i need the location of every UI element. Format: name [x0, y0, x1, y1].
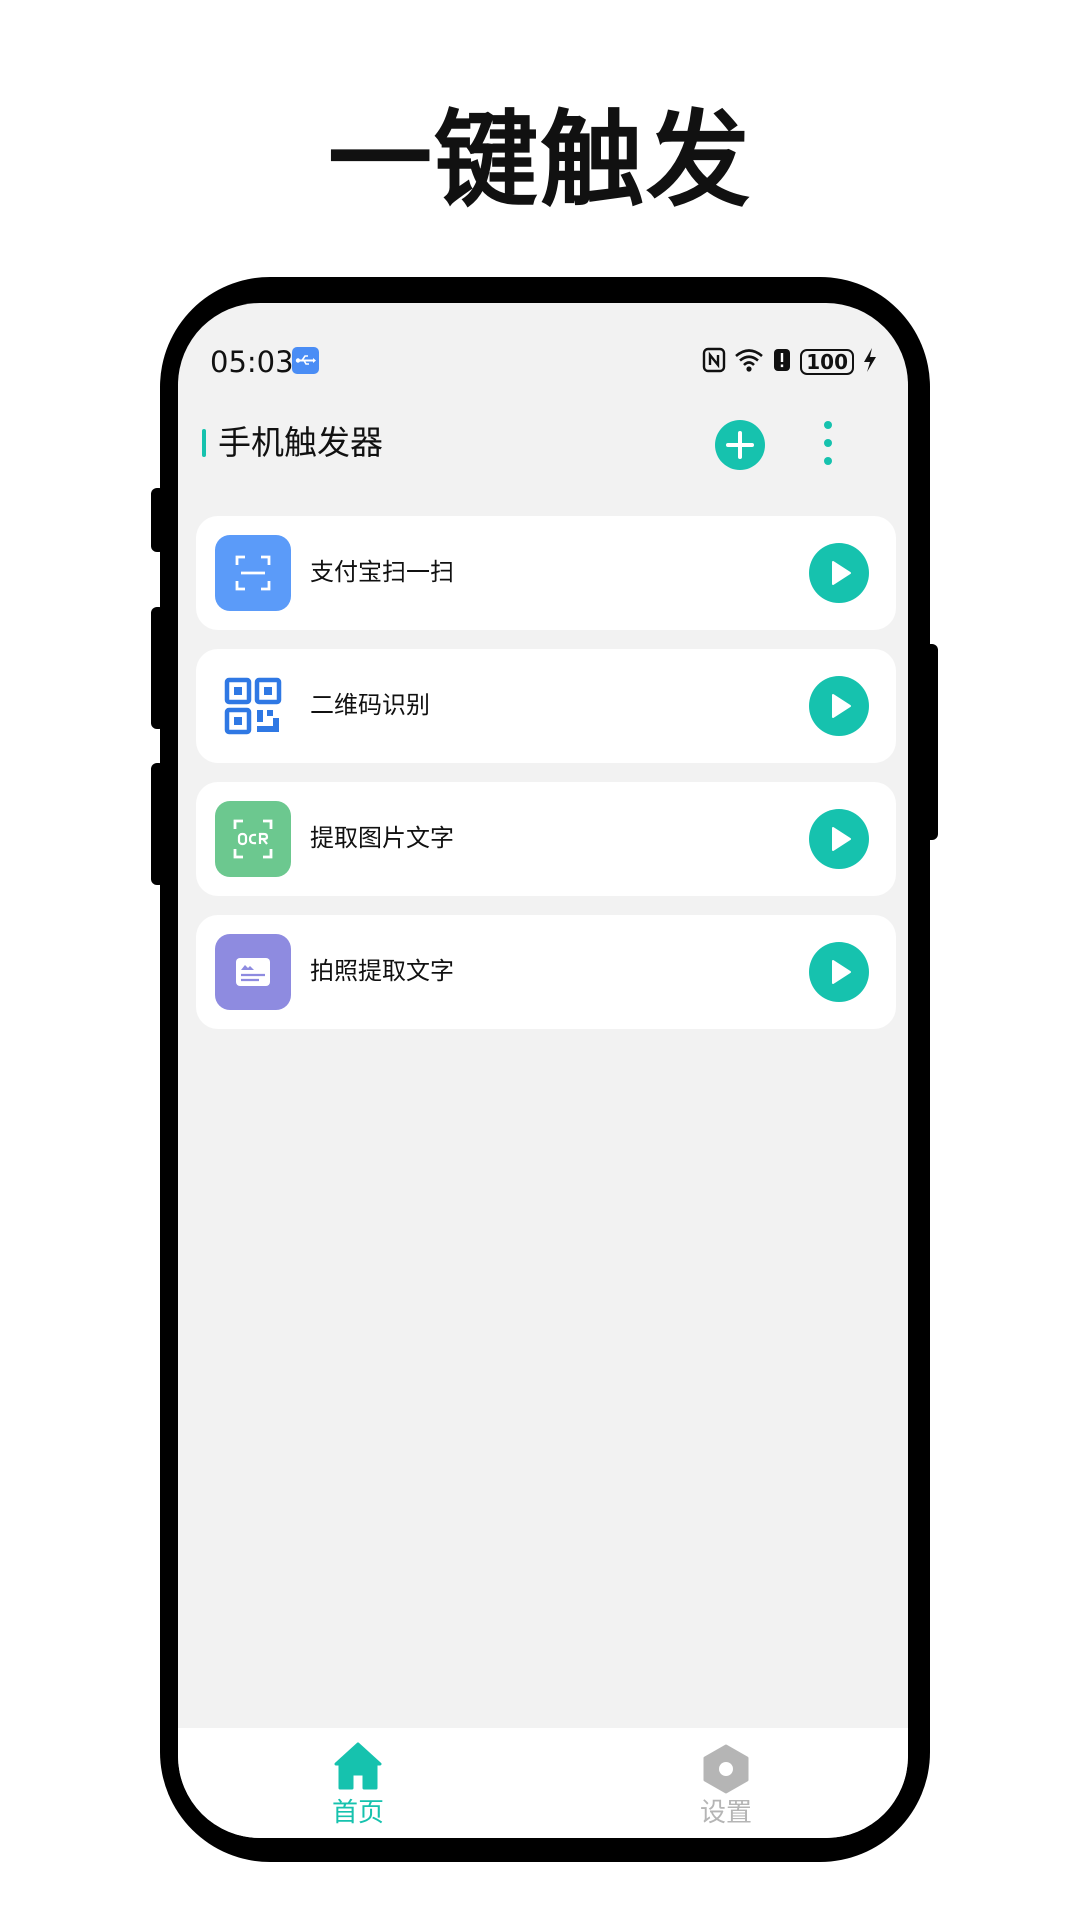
usb-icon [292, 347, 319, 374]
list-item[interactable]: 提取图片文字 [196, 782, 896, 896]
alert-icon [772, 347, 792, 377]
status-indicators: 100 [702, 345, 878, 379]
list-item[interactable]: 拍照提取文字 [196, 915, 896, 1029]
app-bar: 手机触发器 [178, 395, 908, 491]
nav-label-settings: 设置 [699, 1798, 752, 1828]
battery-indicator: 100 [800, 349, 854, 375]
nav-label-home: 首页 [331, 1798, 384, 1828]
list-item-label: 拍照提取文字 [310, 957, 454, 985]
nfc-icon [702, 347, 726, 377]
app-title: 手机触发器 [218, 423, 383, 462]
play-icon [832, 561, 851, 585]
play-button[interactable] [809, 543, 869, 603]
wifi-icon [734, 347, 764, 377]
more-options-button[interactable] [813, 415, 843, 471]
charging-icon [862, 347, 878, 377]
scan-icon [215, 535, 291, 611]
play-button[interactable] [809, 809, 869, 869]
plus-icon [726, 431, 754, 459]
list-item[interactable]: 支付宝扫一扫 [196, 516, 896, 630]
list-item-label: 提取图片文字 [310, 824, 454, 852]
ocr-icon [215, 801, 291, 877]
play-icon [832, 960, 851, 984]
phone-screen: 05:03 100 手机触发器 支付宝扫一扫 二维码识别 提取图片文字 拍照提取… [178, 303, 908, 1838]
status-bar: 05:03 100 [178, 303, 908, 395]
home-icon [334, 1742, 382, 1790]
photo-card-icon [215, 934, 291, 1010]
list-item-label: 支付宝扫一扫 [310, 558, 454, 586]
action-list: 支付宝扫一扫 二维码识别 提取图片文字 拍照提取文字 [196, 516, 896, 1048]
page-headline: 一键触发 [327, 99, 752, 221]
nav-item-settings[interactable]: 设置 [666, 1740, 786, 1830]
bottom-nav: 首页 设置 [178, 1728, 908, 1838]
play-icon [832, 694, 851, 718]
list-item-label: 二维码识别 [310, 691, 430, 719]
play-icon [832, 827, 851, 851]
more-vertical-icon [824, 421, 832, 465]
status-time: 05:03 [210, 345, 294, 379]
list-item[interactable]: 二维码识别 [196, 649, 896, 763]
settings-icon [703, 1744, 749, 1794]
qr-code-icon [215, 668, 291, 744]
nav-item-home[interactable]: 首页 [298, 1740, 418, 1830]
add-button[interactable] [715, 420, 765, 470]
play-button[interactable] [809, 676, 869, 736]
phone-frame: 05:03 100 手机触发器 支付宝扫一扫 二维码识别 提取图片文字 拍照提取… [160, 277, 930, 1862]
play-button[interactable] [809, 942, 869, 1002]
title-accent-bar [202, 429, 206, 457]
